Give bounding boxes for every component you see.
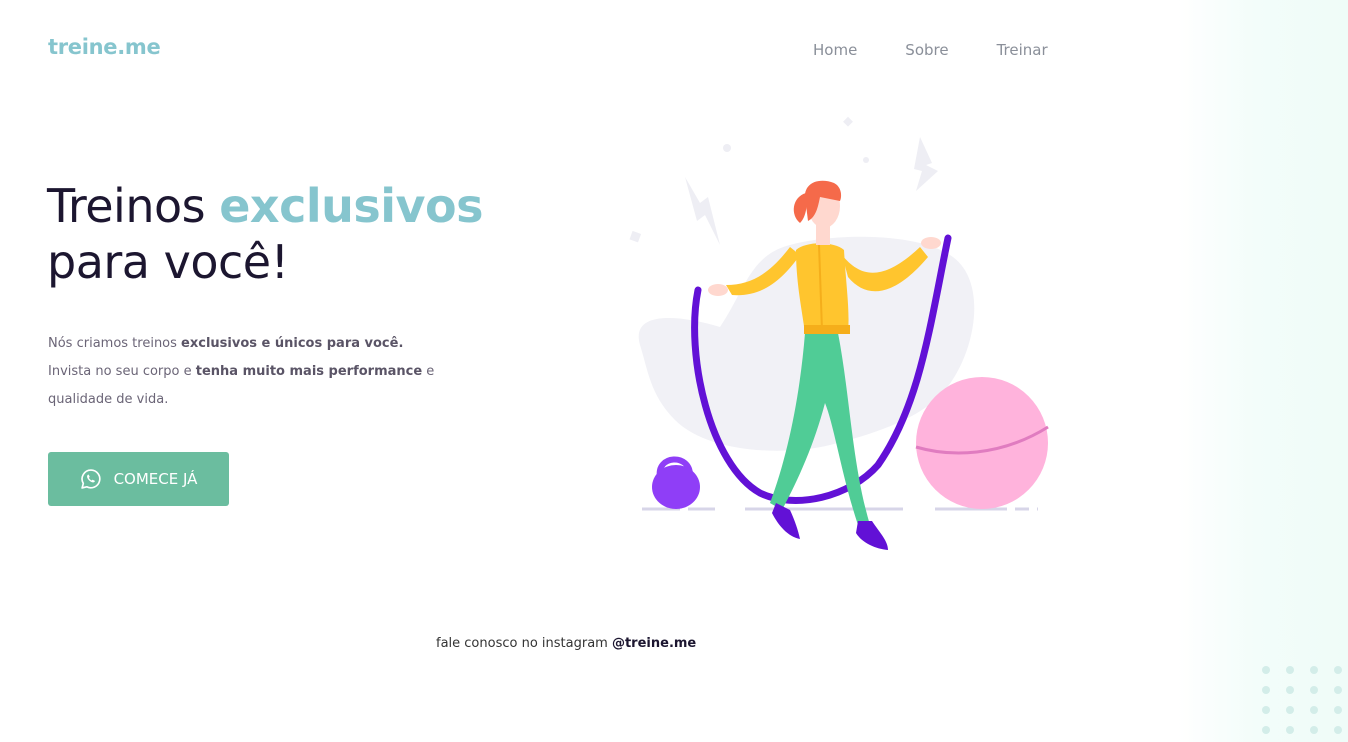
footer-text: fale conosco no instagram [436,636,612,651]
comece-ja-label: COMECE JÁ [113,470,198,488]
hero-title: Treinos exclusivos para você! [47,178,483,290]
footer-instagram: fale conosco no instagram @treine.me [436,636,696,651]
comece-ja-button[interactable]: COMECE JÁ [48,452,229,506]
nav-link-home[interactable]: Home [813,40,857,60]
main-nav: Home Sobre Treinar [813,40,1096,60]
hero-text-bold-1: exclusivos e únicos para você. [181,336,404,351]
nav-link-sobre[interactable]: Sobre [905,40,948,60]
hero-text-2: Invista no seu corpo e [48,364,196,379]
right-gradient-panel [1178,0,1348,742]
hero-text-1: Nós criamos treinos [48,336,182,351]
whatsapp-icon [80,468,102,490]
hero-title-part2: para você! [47,235,289,289]
hero-title-part1: Treinos [47,179,220,233]
hero-text-bold-2: tenha muito mais performance [195,364,423,379]
nav-link-treinar[interactable]: Treinar [997,40,1048,60]
logo[interactable]: treine.me [48,35,161,59]
instagram-handle-link[interactable]: @treine.me [612,636,696,651]
woman-jumping-rope-illustration [620,105,1070,565]
decorative-dots [1262,666,1342,734]
hero-title-accent: exclusivos [219,179,483,233]
hero-description: Nós criamos treinos exclusivos e únicos … [48,330,468,414]
